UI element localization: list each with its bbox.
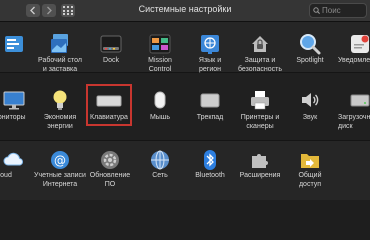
displays-icon [2, 88, 26, 112]
chevron-right-icon [47, 6, 52, 15]
sound-icon [298, 88, 322, 112]
extensions-icon [248, 148, 272, 172]
show-all-button[interactable] [61, 4, 75, 17]
mouse-icon [148, 88, 172, 112]
spotlight-icon [298, 32, 322, 56]
printer-icon [248, 88, 272, 112]
language-icon [198, 32, 222, 56]
desktop-icon [48, 32, 72, 56]
pref-label: Общий доступ [298, 172, 322, 188]
trackpad-icon [198, 88, 222, 112]
window-title: Системные настройки [138, 4, 232, 14]
general-icon [2, 32, 26, 56]
notifications-icon [348, 32, 370, 56]
sharing-icon [298, 148, 322, 172]
title-bar: Системные настройки [0, 0, 370, 22]
pref-label: Звук [302, 114, 318, 121]
bluetooth-icon [198, 148, 222, 172]
search-field[interactable] [309, 3, 367, 18]
selection-highlight [86, 84, 132, 126]
security-icon [248, 32, 272, 56]
internet-accounts-icon: @ [48, 148, 72, 172]
energy-icon [48, 88, 72, 112]
search-icon [313, 7, 320, 14]
back-button[interactable] [26, 4, 40, 17]
mission-control-icon [148, 32, 172, 56]
svg-text:@: @ [54, 154, 66, 168]
network-icon [148, 148, 172, 172]
icloud-icon [2, 148, 26, 172]
startup-disk-icon [348, 88, 370, 112]
search-input[interactable] [322, 5, 366, 16]
software-update-icon [98, 148, 122, 172]
chevron-left-icon [30, 6, 35, 15]
pref-label: Spotlight [296, 57, 324, 64]
dock-icon [99, 32, 123, 56]
pref-label: Загрузочн диск [338, 114, 370, 130]
forward-button[interactable] [42, 4, 56, 17]
pref-label: Уведомле [338, 57, 370, 64]
